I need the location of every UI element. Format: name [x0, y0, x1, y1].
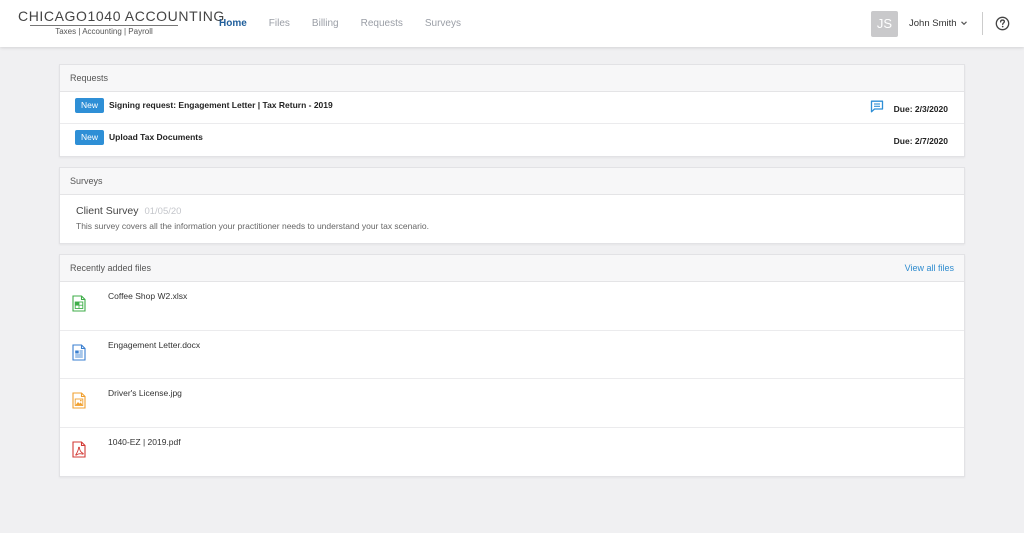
survey-date: 01/05/20	[144, 206, 182, 217]
nav-billing[interactable]: Billing	[301, 0, 350, 47]
survey-title[interactable]: Client Survey	[76, 205, 138, 217]
chevron-down-icon[interactable]	[959, 18, 969, 28]
logo-divider	[30, 25, 178, 26]
request-title[interactable]: Signing request: Engagement Letter | Tax…	[109, 92, 333, 119]
nav-files[interactable]: Files	[258, 0, 301, 47]
word-file-icon	[72, 343, 86, 361]
file-row[interactable]: Engagement Letter.docx	[60, 331, 964, 379]
file-name[interactable]: Driver's License.jpg	[108, 388, 182, 398]
new-badge: New	[75, 98, 104, 113]
pdf-file-icon	[72, 440, 86, 458]
request-due-date: Due: 2/3/2020	[893, 104, 948, 114]
file-row[interactable]: Driver's License.jpg	[60, 379, 964, 428]
view-all-files-link[interactable]: View all files	[905, 255, 954, 281]
survey-title-line[interactable]: Client Survey 01/05/20	[76, 205, 948, 218]
user-menu-name[interactable]: John Smith	[909, 0, 957, 47]
help-icon[interactable]	[995, 16, 1010, 31]
message-icon[interactable]	[870, 100, 884, 113]
file-name[interactable]: Engagement Letter.docx	[108, 340, 200, 350]
main-nav: Home Files Billing Requests Surveys	[208, 0, 472, 47]
excel-file-icon	[72, 295, 86, 312]
request-due-date: Due: 2/7/2020	[893, 136, 948, 146]
nav-home[interactable]: Home	[208, 0, 258, 47]
nav-requests[interactable]: Requests	[350, 0, 414, 47]
nav-surveys[interactable]: Surveys	[414, 0, 472, 47]
survey-description: This survey covers all the information y…	[76, 221, 429, 231]
request-row[interactable]: New Upload Tax Documents Due: 2/7/2020	[60, 124, 964, 156]
files-card: Recently added files View all files Coff…	[59, 254, 965, 477]
file-name[interactable]: 1040-EZ | 2019.pdf	[108, 437, 181, 447]
file-name[interactable]: Coffee Shop W2.xlsx	[108, 291, 187, 301]
company-logo[interactable]: CHICAGO1040 ACCOUNTING Taxes | Accountin…	[18, 8, 225, 37]
survey-item[interactable]: Client Survey 01/05/20 This survey covers…	[60, 195, 964, 243]
top-header: CHICAGO1040 ACCOUNTING Taxes | Accountin…	[0, 0, 1024, 47]
surveys-card: Surveys Client Survey 01/05/20 This surve…	[59, 167, 965, 244]
request-title[interactable]: Upload Tax Documents	[109, 124, 203, 151]
file-row[interactable]: Coffee Shop W2.xlsx	[60, 282, 964, 331]
avatar[interactable]: JS	[871, 11, 898, 37]
logo-title: CHICAGO1040 ACCOUNTING	[18, 8, 225, 24]
files-header: Recently added files View all files	[60, 255, 964, 282]
header-divider	[982, 12, 983, 35]
request-row[interactable]: New Signing request: Engagement Letter |…	[60, 92, 964, 124]
files-header-label: Recently added files	[70, 263, 152, 273]
surveys-header: Surveys	[60, 168, 964, 195]
image-file-icon	[72, 392, 86, 409]
new-badge: New	[75, 130, 104, 145]
logo-subtitle: Taxes | Accounting | Payroll	[55, 27, 153, 36]
file-row[interactable]: 1040-EZ | 2019.pdf	[60, 428, 964, 477]
requests-card: Requests New Signing request: Engagement…	[59, 64, 965, 157]
requests-header: Requests	[60, 65, 964, 92]
